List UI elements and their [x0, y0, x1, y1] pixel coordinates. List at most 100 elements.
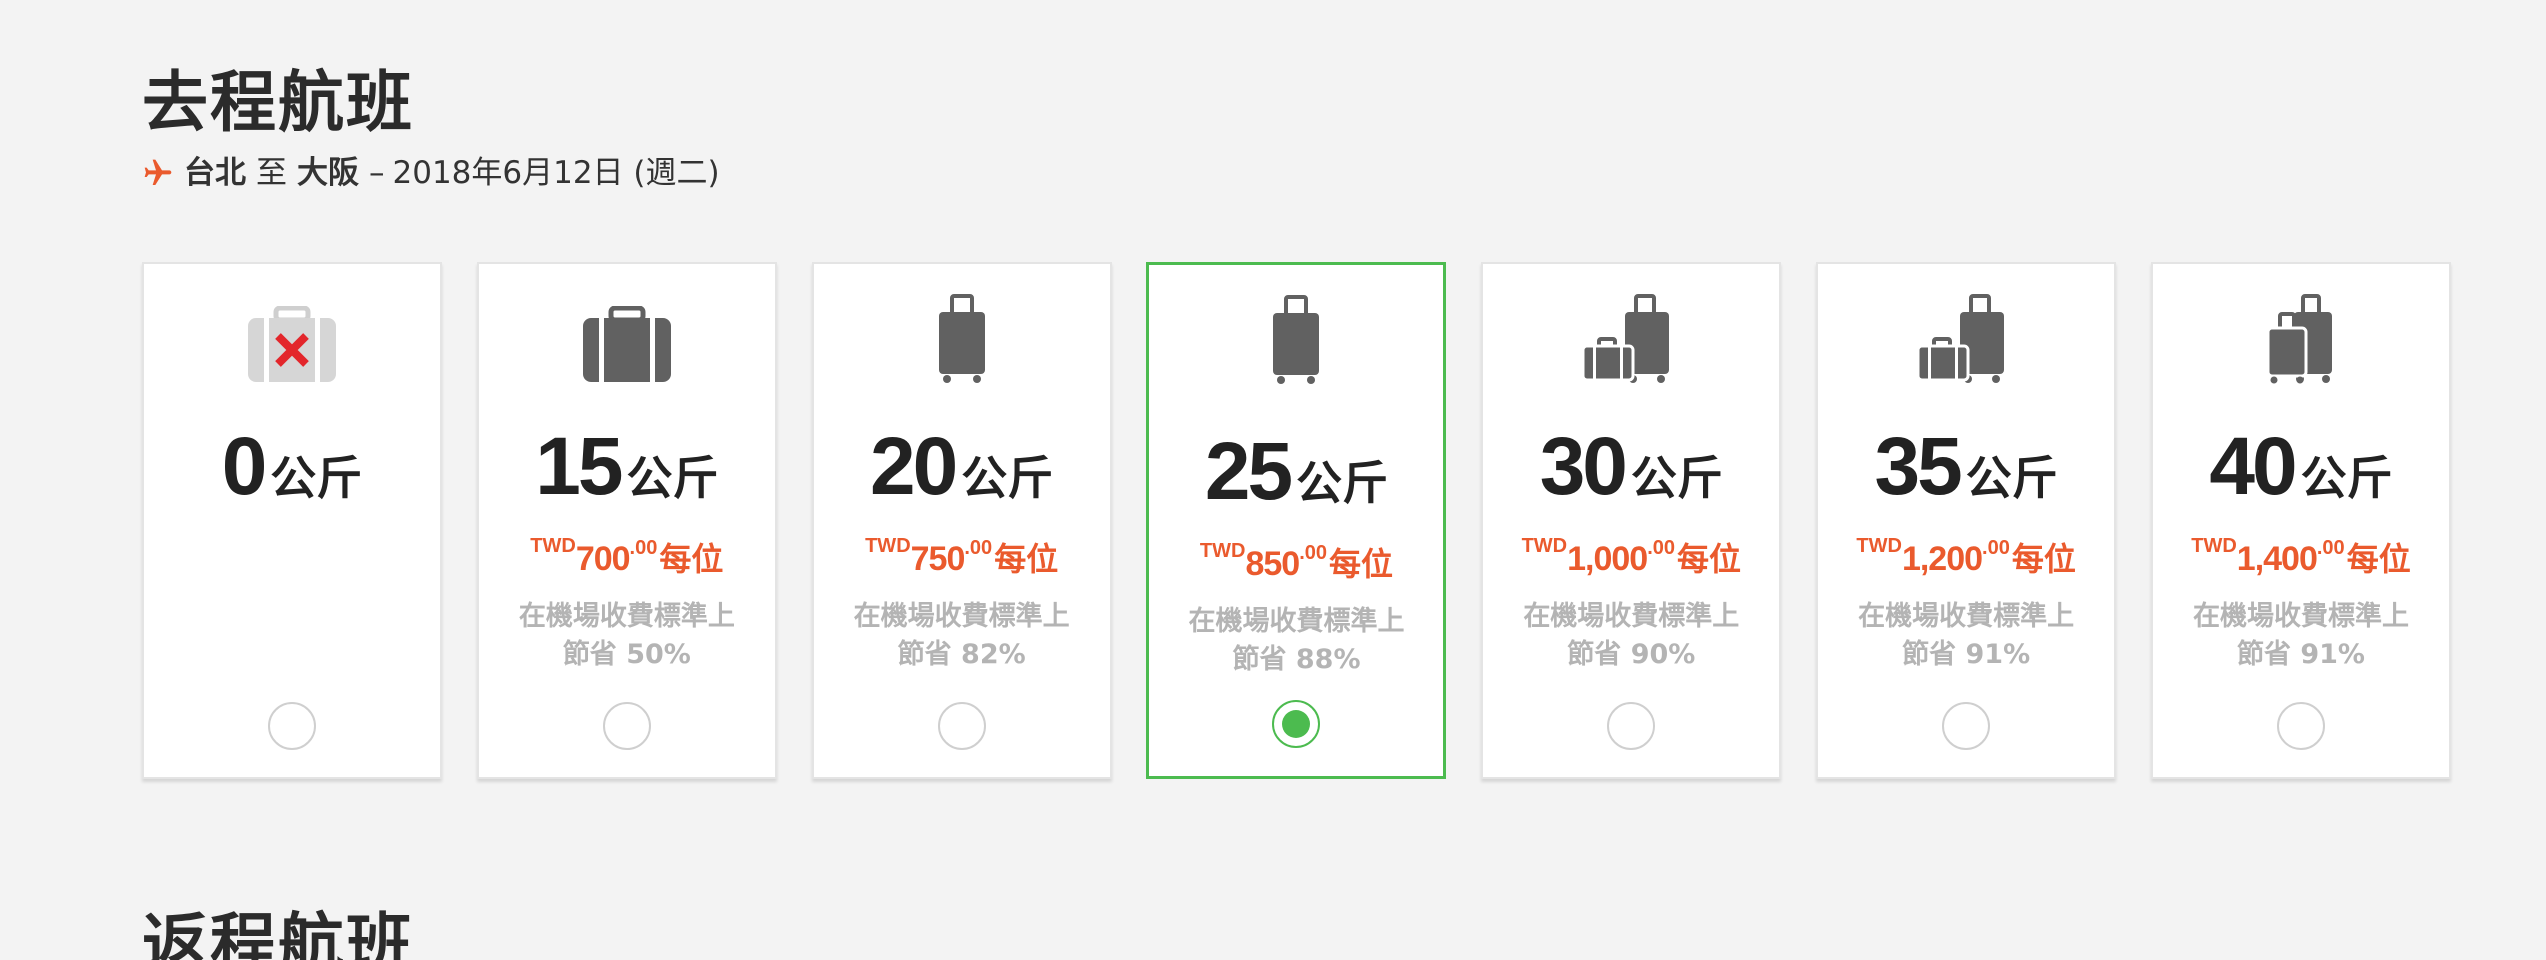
price-label: TWD750.00每位: [814, 536, 1110, 576]
suitcase-icon: [582, 306, 671, 382]
weight-unit: 公斤: [1296, 456, 1389, 510]
option-radio-checked[interactable]: [1272, 700, 1321, 748]
route-dash: –: [369, 154, 385, 191]
price-label: TWD1,000.00每位: [1483, 536, 1779, 576]
weight-unit: 公斤: [1630, 451, 1723, 505]
price-per-person: 每位: [2346, 540, 2411, 578]
option-radio[interactable]: [937, 702, 986, 750]
weight-unit: 公斤: [1965, 451, 2058, 505]
price-amount: 750: [910, 540, 966, 578]
option-radio[interactable]: [1607, 702, 1656, 750]
price-label: TWD1,400.00每位: [2153, 536, 2449, 576]
weight-label: 30 公斤: [1483, 426, 1779, 508]
savings-line-1: 在機場收費標準上: [2192, 601, 2409, 632]
price-decimals: .00: [2316, 537, 2345, 559]
savings-line-2: 節省 50%: [562, 639, 691, 670]
price-decimals: .00: [964, 537, 993, 559]
weight-unit: 公斤: [270, 451, 363, 505]
weight-value: 30: [1539, 421, 1628, 512]
outbound-route-info: 台北 至 大阪 – 2018年6月12日 (週二): [142, 157, 720, 189]
weight-value: 15: [535, 421, 623, 512]
price-decimals: .00: [629, 537, 658, 559]
baggage-option-card[interactable]: 40 公斤 TWD1,400.00每位 在機場收費標準上 節省 91%: [2150, 262, 2451, 779]
option-radio[interactable]: [2276, 702, 2325, 750]
weight-label: 0 公斤: [144, 426, 440, 508]
route-origin: 台北: [184, 154, 246, 191]
price-decimals: .00: [1647, 537, 1676, 559]
savings-line-2: 節省 91%: [2236, 639, 2365, 670]
savings-line-2: 節省 88%: [1232, 644, 1361, 675]
savings-text: 在機場收費標準上 節省 90%: [1483, 598, 1779, 674]
weight-value: 35: [1874, 421, 1963, 512]
price-currency: TWD: [530, 535, 576, 557]
price-amount: 1,000: [1567, 540, 1648, 578]
savings-line-2: 節省 91%: [1902, 639, 2031, 670]
weight-label: 25 公斤: [1149, 431, 1443, 513]
two-trolley-bags-icon: [2266, 294, 2332, 384]
savings-line-1: 在機場收費標準上: [1858, 601, 2075, 632]
price-currency: TWD: [1521, 535, 1568, 557]
savings-line-1: 在機場收費標準上: [518, 601, 735, 632]
price-label: TWD1,200.00每位: [1818, 536, 2114, 576]
savings-text: 在機場收費標準上 節省 91%: [1818, 598, 2114, 674]
savings-text: 在機場收費標準上 節省 88%: [1149, 603, 1443, 679]
price-per-person: 每位: [2011, 540, 2076, 578]
airplane-icon: [144, 159, 172, 185]
route-to-word: 至: [256, 154, 287, 191]
price-decimals: .00: [1299, 542, 1328, 564]
savings-line-1: 在機場收費標準上: [853, 601, 1070, 632]
weight-value: 40: [2209, 421, 2297, 512]
weight-label: 20 公斤: [814, 426, 1110, 508]
weight-label: 15 公斤: [479, 426, 775, 508]
price-per-person: 每位: [659, 540, 724, 578]
weight-value: 25: [1204, 426, 1293, 517]
weight-unit: 公斤: [626, 451, 719, 505]
baggage-option-card-selected[interactable]: 25 公斤 TWD850.00每位 在機場收費標準上 節省 88%: [1146, 262, 1447, 779]
trolley-bag-icon: [1273, 295, 1320, 384]
two-bags-icon: [1581, 294, 1670, 383]
baggage-option-card[interactable]: 35 公斤 TWD1,200.00每位 在機場收費標準上 節省 91%: [1816, 262, 2117, 779]
price-currency: TWD: [1856, 535, 1902, 557]
weight-value: 0: [221, 421, 268, 512]
weight-unit: 公斤: [961, 451, 1054, 505]
savings-line-2: 節省 90%: [1567, 639, 1696, 670]
radio-checked-dot: [1282, 710, 1311, 738]
price-currency: TWD: [865, 535, 911, 557]
savings-text: 在機場收費標準上 節省 82%: [814, 598, 1110, 674]
savings-line-2: 節省 82%: [897, 639, 1026, 670]
baggage-option-card[interactable]: 15 公斤 TWD700.00每位 在機場收費標準上 節省 50%: [476, 262, 777, 779]
baggage-option-card[interactable]: 30 公斤 TWD1,000.00每位 在機場收費標準上 節省 90%: [1481, 262, 1782, 779]
price-label: TWD700.00每位: [479, 536, 775, 576]
savings-text: 在機場收費標準上 節省 91%: [2153, 598, 2449, 674]
return-section-title: 返程航班: [142, 906, 414, 960]
savings-text: 在機場收費標準上 節省 50%: [479, 598, 775, 674]
price-decimals: .00: [1982, 537, 2010, 559]
route-destination: 大阪: [297, 154, 359, 191]
price-amount: 1,200: [1901, 540, 1983, 578]
trolley-bag-icon: [938, 294, 985, 383]
savings-line-1: 在機場收費標準上: [1523, 601, 1740, 632]
baggage-options-list: 0 公斤 15 公斤 TWD700.00每位 在機場收費標準上 節省 50% 2…: [142, 262, 2451, 779]
outbound-section-title: 去程航班: [142, 64, 414, 141]
weight-label: 40 公斤: [2153, 426, 2449, 508]
route-date: 2018年6月12日 (週二): [392, 154, 720, 191]
price-amount: 700: [575, 540, 631, 578]
no-baggage-icon: [248, 306, 336, 382]
price-currency: TWD: [2191, 535, 2237, 557]
price-amount: 850: [1245, 545, 1300, 583]
two-bags-icon: [1916, 294, 2005, 383]
baggage-option-card[interactable]: 0 公斤: [142, 262, 442, 779]
baggage-selection-page: 去程航班 台北 至 大阪 – 2018年6月12日 (週二) 0 公斤 15 公…: [0, 0, 2546, 960]
option-radio[interactable]: [268, 702, 316, 750]
weight-value: 20: [870, 421, 958, 512]
price-per-person: 每位: [1677, 540, 1742, 578]
weight-label: 35 公斤: [1818, 426, 2114, 508]
price-amount: 1,400: [2236, 540, 2318, 578]
weight-unit: 公斤: [2300, 451, 2393, 505]
option-radio[interactable]: [1942, 702, 1991, 750]
option-radio[interactable]: [602, 702, 651, 750]
price-currency: TWD: [1199, 540, 1246, 562]
price-per-person: 每位: [994, 540, 1059, 578]
baggage-option-card[interactable]: 20 公斤 TWD750.00每位 在機場收費標準上 節省 82%: [811, 262, 1112, 779]
price-label: TWD850.00每位: [1149, 541, 1443, 581]
